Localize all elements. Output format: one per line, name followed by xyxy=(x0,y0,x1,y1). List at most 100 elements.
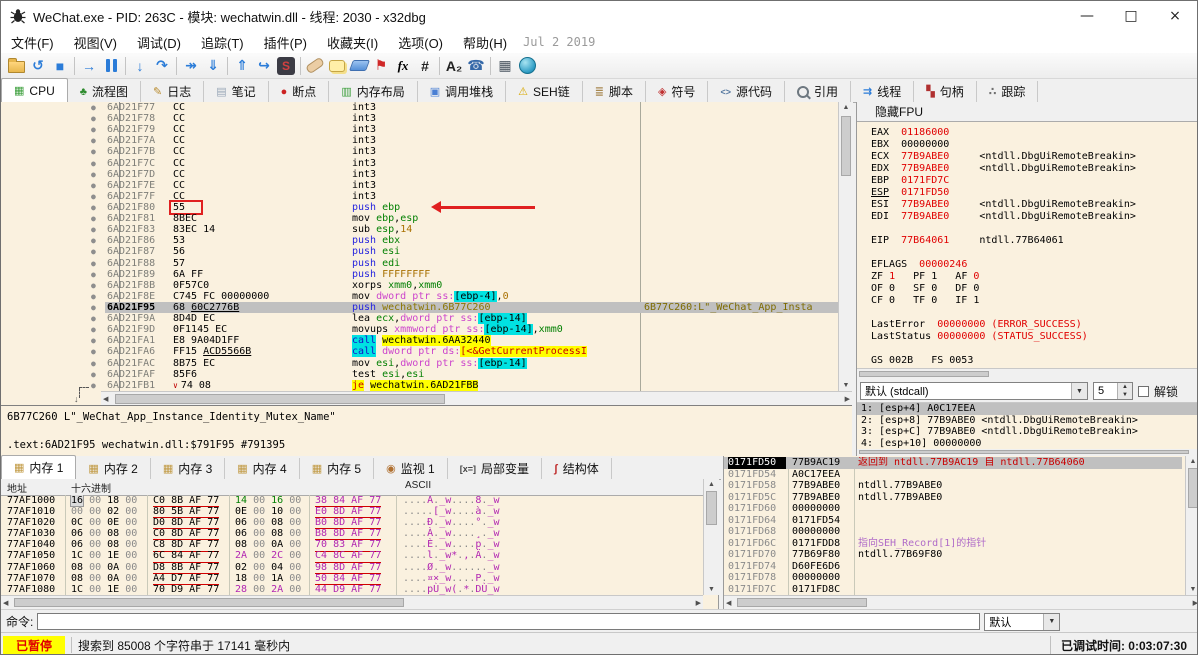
disasm-instruction[interactable]: test esi,esi xyxy=(352,369,639,380)
stack-address[interactable]: 0171FD5C xyxy=(728,492,786,504)
stack-address[interactable]: 0171FD6C xyxy=(728,538,786,550)
stack-value[interactable]: 0171FD8C xyxy=(792,584,840,596)
dump-byte[interactable]: C0 xyxy=(153,528,165,539)
disasm-instruction[interactable]: push wechatwin.6B77C260 xyxy=(352,302,639,313)
disasm-row[interactable]: ● 6AD21F88 57 push edi xyxy=(1,258,851,269)
dump-byte[interactable]: B0 xyxy=(315,517,327,528)
argument-row[interactable]: 4: [esp+10] 00000000 xyxy=(857,438,1197,450)
breakpoint-dot-icon[interactable]: ● xyxy=(91,102,96,113)
dump-byte[interactable]: 06 xyxy=(235,528,247,539)
disasm-instruction[interactable]: lea ecx,dword ptr ss:[ebp-14] xyxy=(352,313,639,325)
breakpoint-dot-icon[interactable]: ● xyxy=(91,324,96,335)
disasm-instruction[interactable]: int3 xyxy=(352,169,639,180)
disasm-address[interactable]: 6AD21F7E xyxy=(107,180,155,191)
disasm-row[interactable]: ● 6AD21F79 CC int3 xyxy=(1,124,851,135)
arguments-list[interactable]: 1: [esp+4] A0C17EEA 2: [esp+8] 77B9ABE0 <… xyxy=(857,402,1197,450)
dump-byte[interactable]: 00 xyxy=(89,517,101,528)
disasm-address[interactable]: 6AD21F83 xyxy=(107,224,155,235)
disasm-horizontal-scrollbar[interactable]: ◀ ▶ xyxy=(101,391,852,406)
register-row[interactable]: OF 0 SF 0 DF 0 xyxy=(871,283,1197,295)
dump-byte[interactable]: 70 xyxy=(153,584,165,595)
memory-dump-pane[interactable]: 地址 十六进制 ASCII 77AF1000 16 00 18 00 C0 8B A… xyxy=(1,479,719,609)
disasm-bytes[interactable]: CC xyxy=(173,113,185,124)
disasm-instruction[interactable]: push esi xyxy=(352,246,639,257)
dump-byte[interactable]: 1C xyxy=(71,550,83,561)
dump-byte[interactable]: 28 xyxy=(235,584,247,595)
dump-byte[interactable]: 18 xyxy=(235,573,247,584)
stack-comment[interactable]: ntdll.77B9ABE0 xyxy=(858,492,942,504)
dump-byte[interactable]: 8B xyxy=(171,562,183,573)
register-row[interactable]: EIP 77B64061 ntdll.77B64061 xyxy=(871,235,1197,247)
register-row[interactable]: GS 002B FS 0053 xyxy=(871,355,1197,367)
dump-byte[interactable]: 18 xyxy=(107,495,119,506)
disasm-row[interactable]: ● 6AD21F7B CC int3 xyxy=(1,146,851,157)
disasm-row[interactable]: ● 6AD21F8E C745 FC 00000000 mov dword ptr s… xyxy=(1,290,851,302)
dump-byte[interactable]: 77 xyxy=(369,550,381,561)
chevron-down-icon[interactable]: ▼ xyxy=(1071,383,1087,399)
disasm-row[interactable]: ● 6AD21F95 68 60C2776B push wechatwin.6B77C… xyxy=(1,301,851,314)
disasm-bytes[interactable]: 8D4D EC xyxy=(173,313,215,324)
tab-SEH链[interactable]: ⚠ SEH链 xyxy=(506,81,583,102)
dump-row[interactable]: 77AF1050 1C 00 1E 00 6C 84 AF 77 2A 00 2C 0… xyxy=(1,550,703,563)
pause-icon[interactable] xyxy=(100,55,122,77)
tab-脚本[interactable]: ≣ 脚本 xyxy=(582,81,646,102)
dump-dword[interactable]: 1C 00 1E 00 xyxy=(71,550,137,561)
breakpoint-dot-icon[interactable]: ● xyxy=(91,213,96,224)
dump-byte[interactable]: AF xyxy=(189,495,201,506)
stack-address[interactable]: 0171FD68 xyxy=(728,526,786,538)
dump-dword[interactable]: 02 00 04 00 xyxy=(235,562,301,573)
internet-icon[interactable] xyxy=(516,55,538,77)
dump-address[interactable]: 77AF1030 xyxy=(7,528,55,539)
stack-vertical-scrollbar[interactable]: ▲ ▼ xyxy=(1185,456,1197,595)
disasm-bytes[interactable]: 8BEC xyxy=(173,213,197,224)
register-row[interactable]: EBP 0171FD7C xyxy=(871,175,1197,187)
calling-convention-select[interactable]: 默认 (stdcall) ▼ xyxy=(860,382,1088,400)
dump-dword[interactable]: 1C 00 1E 00 xyxy=(71,584,137,595)
menu-item-6[interactable]: 选项(O) xyxy=(388,31,453,53)
disasm-bytes[interactable]: 0F57C0 xyxy=(173,280,209,291)
disasm-bytes[interactable]: ∨ 74 08 xyxy=(173,380,211,391)
dump-byte[interactable]: D9 xyxy=(171,584,183,595)
stop-icon[interactable]: ■ xyxy=(49,55,71,77)
dump-byte[interactable]: 00 xyxy=(289,584,301,595)
disasm-address[interactable]: 6AD21F7C xyxy=(107,158,155,169)
disasm-row[interactable]: ● 6AD21F81 8BEC mov ebp,esp xyxy=(1,213,851,224)
dump-byte[interactable]: 0C xyxy=(71,517,83,528)
dump-byte[interactable]: 77 xyxy=(369,517,381,528)
dump-byte[interactable]: 00 xyxy=(125,584,137,595)
dump-byte[interactable]: AF xyxy=(189,573,201,584)
stack-row[interactable]: 0171FD60 00000000 xyxy=(724,503,1182,515)
dump-byte[interactable]: 06 xyxy=(235,517,247,528)
breakpoint-dot-icon[interactable]: ● xyxy=(91,235,96,246)
disasm-address[interactable]: 6AD21F7B xyxy=(107,146,155,157)
dump-byte[interactable]: 77 xyxy=(207,584,219,595)
dump-row[interactable]: 77AF1030 06 00 08 00 C0 8D AF 77 06 00 08 0… xyxy=(1,528,703,541)
dump-dword[interactable]: 44 D9 AF 77 xyxy=(315,584,382,595)
dump-ascii[interactable]: ....À._w....8._w xyxy=(403,495,500,506)
dump-address[interactable]: 77AF1040 xyxy=(7,539,55,550)
disasm-address[interactable]: 6AD21F8E xyxy=(107,291,155,302)
disasm-instruction[interactable]: int3 xyxy=(352,135,639,146)
menu-item-3[interactable]: 追踪(T) xyxy=(191,31,254,53)
dump-byte[interactable]: 00 xyxy=(125,573,137,584)
menu-item-1[interactable]: 视图(V) xyxy=(64,31,127,53)
disasm-instruction[interactable]: int3 xyxy=(352,191,639,202)
breakpoint-dot-icon[interactable]: ● xyxy=(91,180,96,191)
bottom-tab-结构体[interactable]: ʃ 结构体 xyxy=(542,458,612,479)
dump-byte[interactable]: 77 xyxy=(369,562,381,573)
disasm-address[interactable]: 6AD21F77 xyxy=(107,102,155,113)
execute-down-icon[interactable]: ⇓ xyxy=(202,55,224,77)
breakpoint-dot-icon[interactable]: ● xyxy=(91,191,96,202)
disasm-row[interactable]: ● 6AD21FA6 FF15 ACD5566B call dword ptr ds:… xyxy=(1,346,851,358)
dump-byte[interactable]: 77 xyxy=(207,539,219,550)
stack-address[interactable]: 0171FD54 xyxy=(728,469,786,481)
register-row[interactable]: ESP 0171FD50 xyxy=(871,187,1197,199)
dump-byte[interactable]: D0 xyxy=(153,517,165,528)
breakpoint-dot-icon[interactable]: ● xyxy=(91,335,96,346)
disasm-bytes[interactable]: 55 xyxy=(169,199,204,215)
tab-流程图[interactable]: ♣ 流程图 xyxy=(67,81,141,102)
bottom-tab-内存 5[interactable]: ▦ 内存 5 xyxy=(299,458,375,479)
execute-return-icon[interactable]: ⇑ xyxy=(231,55,253,77)
breakpoint-dot-icon[interactable]: ● xyxy=(91,291,96,302)
breakpoint-dot-icon[interactable]: ● xyxy=(91,313,96,324)
